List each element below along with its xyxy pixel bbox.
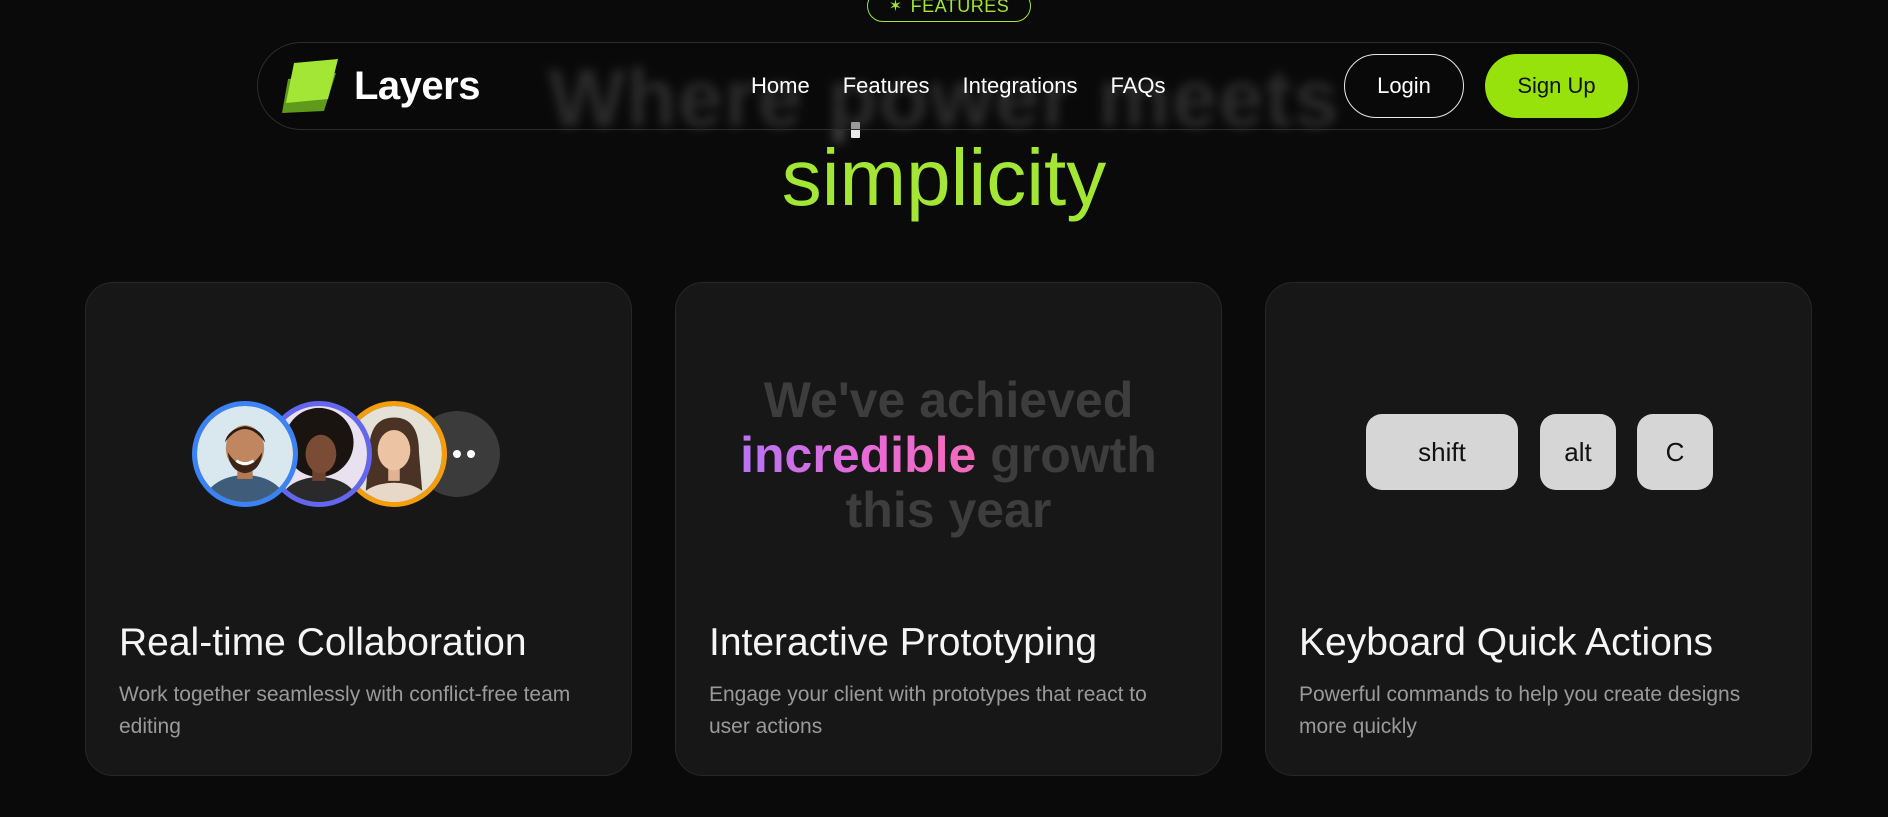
card-description: Work together seamlessly with conflict-f… [119,683,571,738]
card-title: Real-time Collaboration [119,621,527,664]
signup-button[interactable]: Sign Up [1485,54,1628,118]
card-description: Engage your client with prototypes that … [709,683,1147,738]
ellipsis-dot [467,450,475,458]
card-title: Keyboard Quick Actions [1299,621,1714,664]
card-description: Powerful commands to help you create des… [1299,683,1741,738]
login-button[interactable]: Login [1344,54,1464,118]
nav-link-faqs[interactable]: FAQs [1110,73,1165,99]
nav-link-integrations[interactable]: Integrations [963,73,1078,99]
brand-name: Layers [354,63,480,108]
ellipsis-dot [453,450,461,458]
highlight-word: incredible [740,427,977,483]
user-avatar-icon [197,406,293,502]
prototype-demo-text: We've achieved incredible growth this ye… [676,373,1221,538]
card-title: Interactive Prototyping [709,621,1098,664]
feature-card-prototyping: We've achieved incredible growth this ye… [675,282,1222,776]
features-eyebrow-pill: ✶ FEATURES [867,0,1031,22]
nav-link-home[interactable]: Home [751,73,810,99]
layers-logo-icon [282,59,338,113]
avatar [192,401,298,507]
avatar-group [192,399,522,511]
sparkle-icon: ✶ [888,0,903,15]
headline-accent: simplicity [781,133,1107,222]
feature-card-keyboard: shift alt C Keyboard Quick Actions Power… [1265,282,1812,776]
demo-line-1: We've achieved [763,372,1134,428]
nav-link-features[interactable]: Features [843,73,930,99]
demo-line-2: incredible growth [676,428,1221,483]
key-alt[interactable]: alt [1540,414,1616,490]
key-c[interactable]: C [1637,414,1713,490]
feature-card-collaboration: Real-time Collaboration Work together se… [85,282,632,776]
brand[interactable]: Layers [280,57,480,115]
eyebrow-label: FEATURES [910,0,1010,16]
nav-links: Home Features Integrations FAQs [751,43,1166,129]
navbar: Layers Home Features Integrations FAQs L… [257,42,1639,130]
demo-word: growth [990,427,1157,483]
demo-line-3: this year [845,482,1052,538]
key-shift[interactable]: shift [1366,414,1518,490]
